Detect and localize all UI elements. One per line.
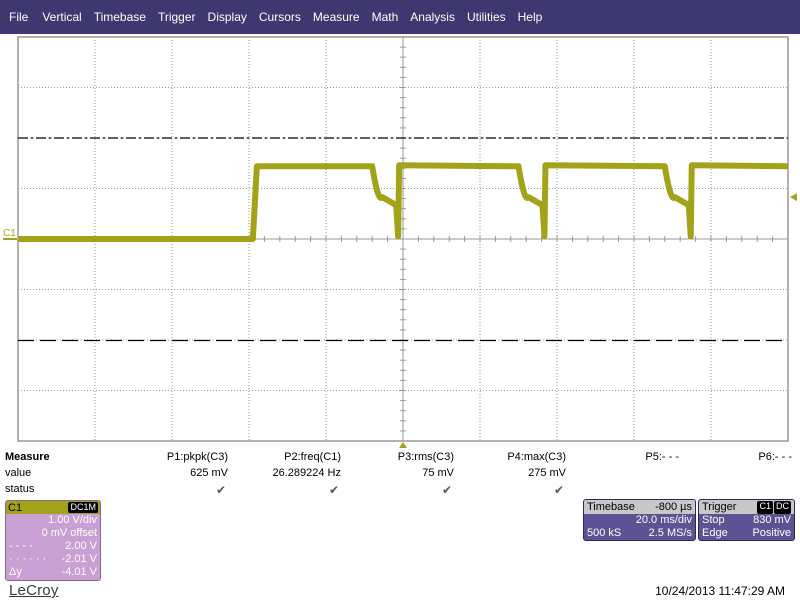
measure-header-row: Measure P1:pkpk(C3) P2:freq(C1) P3:rms(C… xyxy=(0,451,800,466)
param-p2-status-check-icon: ✔ xyxy=(328,483,339,497)
cursor1-row: - - - - 2.00 V xyxy=(6,540,100,553)
measure-status-row: status ✔ ✔ ✔ ✔ xyxy=(0,483,800,498)
param-p1-status-check-icon: ✔ xyxy=(215,483,226,497)
trigger-level-marker[interactable] xyxy=(790,193,797,202)
channel-offset-row: 0 mV offset xyxy=(6,527,100,540)
channel-c1-panel[interactable]: C1 DC1M 1.00 V/div 0 mV offset - - - - 2.… xyxy=(5,500,101,581)
menu-bar: File Vertical Timebase Trigger Display C… xyxy=(0,0,800,34)
trigger-type-row: Edge Positive xyxy=(699,527,794,540)
timebase-rate: 2.5 MS/s xyxy=(648,527,692,539)
measure-value-row: value 625 mV 26.289224 Hz 75 mV 275 mV xyxy=(0,467,800,482)
channel-offset: 0 mV offset xyxy=(41,527,97,539)
param-p1-value: 625 mV xyxy=(190,467,228,479)
lecroy-logo: LeCroy xyxy=(9,582,59,599)
param-p4-value: 275 mV xyxy=(528,467,566,479)
trigger-mode-row: Stop 830 mV xyxy=(699,514,794,527)
trigger-header: Trigger C1 DC xyxy=(699,500,794,514)
coupling-badge: DC1M xyxy=(68,502,98,513)
timebase-samples: 500 kS xyxy=(587,527,622,539)
param-p3-value: 75 mV xyxy=(422,467,454,479)
cursor1-dash-icon: - - - - xyxy=(9,540,33,552)
cursor1-value: 2.00 V xyxy=(65,540,97,552)
timebase-panel[interactable]: Timebase -800 µs 20.0 ms/div 500 kS 2.5 M… xyxy=(583,499,696,541)
channel-marker-label[interactable]: C1 xyxy=(3,228,16,239)
cursor2-value: -2.01 V xyxy=(61,553,97,565)
delta-row: Δy -4.01 V xyxy=(6,566,100,579)
delta-value: -4.01 V xyxy=(61,566,97,578)
value-row-label: value xyxy=(5,467,32,479)
cursor2-dot-icon: · · · · · · xyxy=(9,553,47,565)
menu-trigger[interactable]: Trigger xyxy=(152,10,202,24)
menu-timebase[interactable]: Timebase xyxy=(88,10,152,24)
waveform-grid[interactable]: C1 xyxy=(0,34,800,449)
timebase-title: Timebase xyxy=(587,501,635,513)
timebase-delay: -800 µs xyxy=(655,501,692,513)
param-p3-name[interactable]: P3:rms(C3) xyxy=(398,451,454,463)
menu-vertical[interactable]: Vertical xyxy=(36,10,87,24)
timebase-scale-row: 20.0 ms/div xyxy=(584,514,695,527)
timestamp: 10/24/2013 11:47:29 AM xyxy=(655,584,785,598)
param-p2-value: 26.289224 Hz xyxy=(272,467,342,479)
cursor2-row: · · · · · · -2.01 V xyxy=(6,553,100,566)
trigger-panel[interactable]: Trigger C1 DC Stop 830 mV Edge Positive xyxy=(698,499,795,541)
channel-scale: 1.00 V/div xyxy=(48,514,97,526)
delta-label: Δy xyxy=(9,566,22,578)
timebase-sample-row: 500 kS 2.5 MS/s xyxy=(584,527,695,540)
trigger-source-badge: C1 xyxy=(757,501,773,514)
param-p4-status-check-icon: ✔ xyxy=(553,483,564,497)
menu-help[interactable]: Help xyxy=(512,10,549,24)
menu-math[interactable]: Math xyxy=(366,10,405,24)
trigger-mode: Stop xyxy=(702,514,725,526)
trigger-title: Trigger xyxy=(702,501,737,513)
param-p1-name[interactable]: P1:pkpk(C3) xyxy=(167,451,228,463)
trigger-type: Edge xyxy=(702,527,728,539)
status-row-label: status xyxy=(5,483,35,495)
trigger-position-marker[interactable] xyxy=(399,442,407,448)
menu-utilities[interactable]: Utilities xyxy=(461,10,512,24)
menu-display[interactable]: Display xyxy=(202,10,253,24)
trigger-slope: Positive xyxy=(752,527,791,539)
trigger-badges: C1 DC xyxy=(757,500,791,514)
param-p2-name[interactable]: P2:freq(C1) xyxy=(284,451,341,463)
channel-name: C1 xyxy=(8,501,23,514)
param-p4-name[interactable]: P4:max(C3) xyxy=(507,451,566,463)
param-p3-status-check-icon: ✔ xyxy=(441,483,452,497)
menu-measure[interactable]: Measure xyxy=(307,10,366,24)
param-p6-name[interactable]: P6:- - - xyxy=(758,451,792,463)
channel-scale-row: 1.00 V/div xyxy=(6,514,100,527)
menu-cursors[interactable]: Cursors xyxy=(253,10,307,24)
trigger-level: 830 mV xyxy=(753,514,791,526)
menu-file[interactable]: File xyxy=(3,10,36,24)
measure-title: Measure xyxy=(5,451,50,463)
channel-c1-header: C1 DC1M xyxy=(6,501,100,514)
param-p5-name[interactable]: P5:- - - xyxy=(645,451,679,463)
menu-analysis[interactable]: Analysis xyxy=(404,10,461,24)
trigger-coupling-badge: DC xyxy=(774,501,791,514)
timebase-scale: 20.0 ms/div xyxy=(635,514,692,526)
timebase-header: Timebase -800 µs xyxy=(584,500,695,514)
